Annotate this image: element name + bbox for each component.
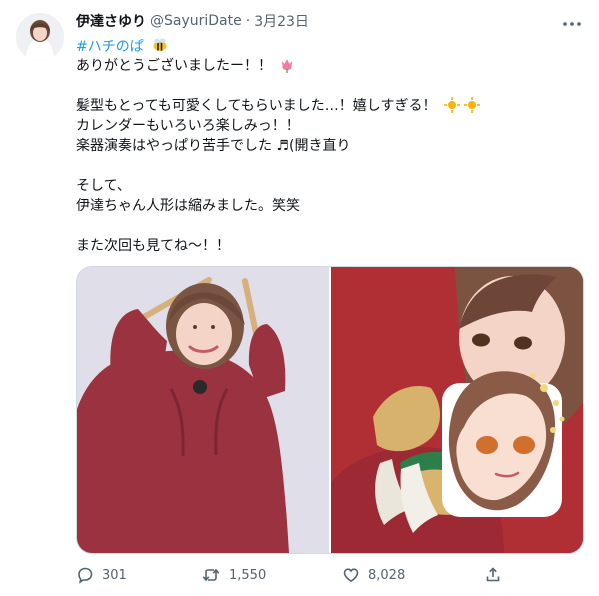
tweet-line: 髪型もとっても可愛くしてもらいました…！嬉しすぎる！ [76,98,437,114]
like-button[interactable]: 8,028 [342,560,405,590]
author-handle[interactable]: @SayuriDate [150,13,242,29]
separator-dot: · [245,13,251,29]
tweet-line: また次回も見てね〜！！ [76,238,230,254]
reply-count: 301 [102,567,127,583]
tweet-date[interactable]: 3月23日 [254,11,309,31]
sun-icon [443,97,484,119]
tweet-line: ありがとうございましたー！！ [76,58,272,74]
tweet-line: カレンダーもいろいろ楽しみっ！！ [76,118,300,134]
retweet-button[interactable]: 1,550 [201,560,266,590]
media-grid [76,266,584,554]
reply-icon [76,566,94,584]
tweet-line: 伊達ちゃん人形は縮みました。笑笑 [76,198,300,214]
tweet-text: #ハチのぱ ありがとうございましたー！！ 髪型もとっても可愛くしてもらいました…… [76,36,576,256]
photo-left[interactable] [77,267,329,553]
tweet-header: 伊達さゆり @SayuriDate · 3月23日 [76,11,309,31]
avatar[interactable] [16,13,64,61]
share-button[interactable] [484,560,502,590]
tweet: 伊達さゆり @SayuriDate · 3月23日 #ハチのぱ ありがとうござい… [0,0,599,596]
tweet-line: そして、 [76,178,131,194]
heart-icon [342,566,360,584]
more-options-button[interactable] [560,11,584,31]
like-count: 8,028 [368,567,406,583]
tweet-actions: 301 1,550 8,028 [76,560,582,590]
tulip-icon [279,57,295,79]
author-name[interactable]: 伊達さゆり [76,11,146,31]
tweet-line: 楽器演奏はやっぱり苦手でした ♬(開き直り [76,138,351,154]
reply-button[interactable]: 301 [76,560,127,590]
photo-right[interactable] [331,267,583,553]
share-icon [484,566,502,584]
hashtag-link[interactable]: #ハチのぱ [76,39,144,55]
retweet-icon [201,566,221,584]
more-icon [562,12,582,31]
retweet-count: 1,550 [229,567,267,583]
